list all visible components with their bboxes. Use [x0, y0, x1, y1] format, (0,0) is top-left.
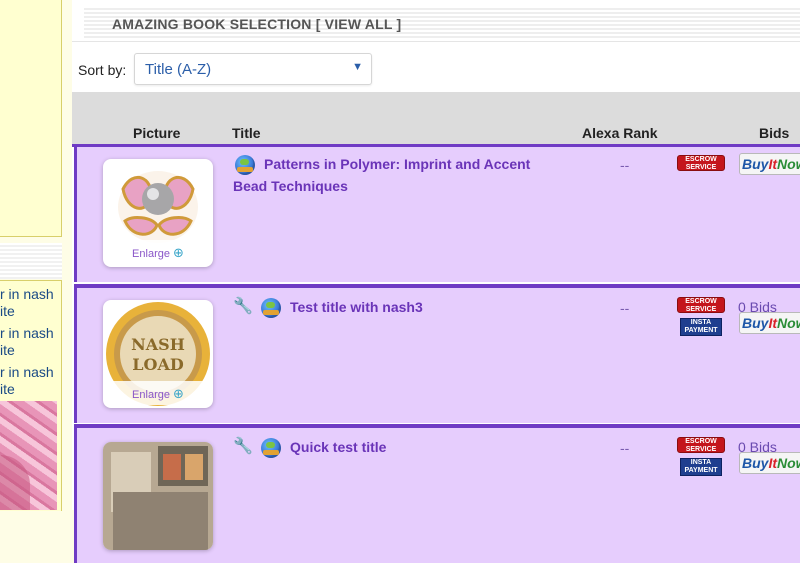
insta-payment-badge: INSTA PAYMENT [680, 318, 722, 336]
nash-logo-text: NASH [131, 335, 185, 354]
globe-icon [261, 298, 281, 318]
sort-selected-value: Title (A-Z) [145, 61, 212, 78]
listing-title-link[interactable]: Test title with nash3 [290, 296, 423, 318]
enlarge-label: Enlarge [132, 389, 170, 401]
listing-thumbnail[interactable]: NASH LOAD Enlarge ⊕ [103, 300, 213, 408]
buy-text: Buy [742, 156, 769, 172]
escrow-service-badge: ESCROW SERVICE [677, 437, 725, 453]
zoom-in-icon: ⊕ [173, 386, 184, 401]
now-text: Now [777, 156, 800, 172]
column-header-picture: Picture [133, 125, 181, 141]
sidebar-link[interactable]: r in nash [0, 285, 61, 303]
listing-row: Enlarge ⊕ Patterns in Polymer: Imprint a… [74, 147, 800, 282]
listing-title-link-continued[interactable]: Bead Techniques [233, 175, 348, 197]
it-text: It [768, 455, 778, 471]
load-logo-text: LOAD [132, 355, 184, 374]
buy-it-now-button[interactable]: BuyItNow [739, 312, 800, 334]
listing-title-link[interactable]: Quick test title [290, 436, 386, 458]
column-header-title: Title [232, 125, 261, 141]
enlarge-button[interactable]: Enlarge ⊕ [106, 381, 210, 405]
enlarge-label: Enlarge [132, 248, 170, 260]
listing-title-link[interactable]: Patterns in Polymer: Imprint and Accent [264, 153, 530, 175]
left-sidebar: r in nash ite r in nash ite r in nash it… [0, 0, 66, 511]
it-text: It [768, 315, 778, 331]
wrench-icon[interactable]: 🔧 [233, 296, 253, 316]
alexa-rank-value: -- [620, 157, 630, 173]
sort-bar: Sort by: Title (A-Z) ▼ [72, 41, 800, 92]
now-text: Now [777, 315, 800, 331]
listing-thumbnail[interactable]: Enlarge ⊕ [103, 159, 213, 267]
enlarge-button[interactable]: Enlarge ⊕ [106, 240, 210, 264]
alexa-rank-value: -- [620, 440, 630, 456]
insta-payment-badge: INSTA PAYMENT [680, 458, 722, 476]
sidebar-divider [0, 243, 62, 279]
globe-icon [235, 155, 255, 175]
column-header-alexa-rank: Alexa Rank [582, 125, 658, 141]
sidebar-link[interactable]: ite [0, 380, 61, 398]
listing-table-header: Picture Title Alexa Rank Bids [72, 92, 800, 147]
buy-it-now-button[interactable]: BuyItNow [739, 153, 800, 175]
sidebar-top-panel [0, 0, 62, 237]
globe-icon [261, 438, 281, 458]
listing-row: 🔧 Quick test title -- ESCROW SERVICE INS… [74, 424, 800, 563]
dropdown-arrow-icon: ▼ [352, 61, 363, 73]
listing-thumbnail[interactable] [103, 442, 213, 550]
it-text: It [768, 156, 778, 172]
sidebar-link[interactable]: ite [0, 341, 61, 359]
listing-row: NASH LOAD Enlarge ⊕ 🔧 Test title with na… [74, 284, 800, 423]
listing-photo-image [103, 442, 213, 550]
escrow-service-badge: ESCROW SERVICE [677, 155, 725, 171]
main-content: AMAZING BOOK SELECTION [ VIEW ALL ] Sort… [72, 0, 800, 563]
now-text: Now [777, 455, 800, 471]
section-heading[interactable]: AMAZING BOOK SELECTION [ VIEW ALL ] [112, 16, 401, 32]
alexa-rank-value: -- [620, 300, 630, 316]
wrench-icon[interactable]: 🔧 [233, 436, 253, 456]
sort-select[interactable]: Title (A-Z) ▼ [134, 53, 372, 85]
zoom-in-icon: ⊕ [173, 245, 184, 260]
escrow-service-badge: ESCROW SERVICE [677, 297, 725, 313]
buy-it-now-button[interactable]: BuyItNow [739, 452, 800, 474]
sort-label: Sort by: [78, 62, 127, 78]
buy-text: Buy [742, 455, 769, 471]
sidebar-link[interactable]: r in nash [0, 324, 61, 342]
column-header-bids: Bids [759, 125, 790, 141]
buy-text: Buy [742, 315, 769, 331]
sidebar-link[interactable]: r in nash [0, 363, 61, 381]
sidebar-link[interactable]: ite [0, 302, 61, 320]
